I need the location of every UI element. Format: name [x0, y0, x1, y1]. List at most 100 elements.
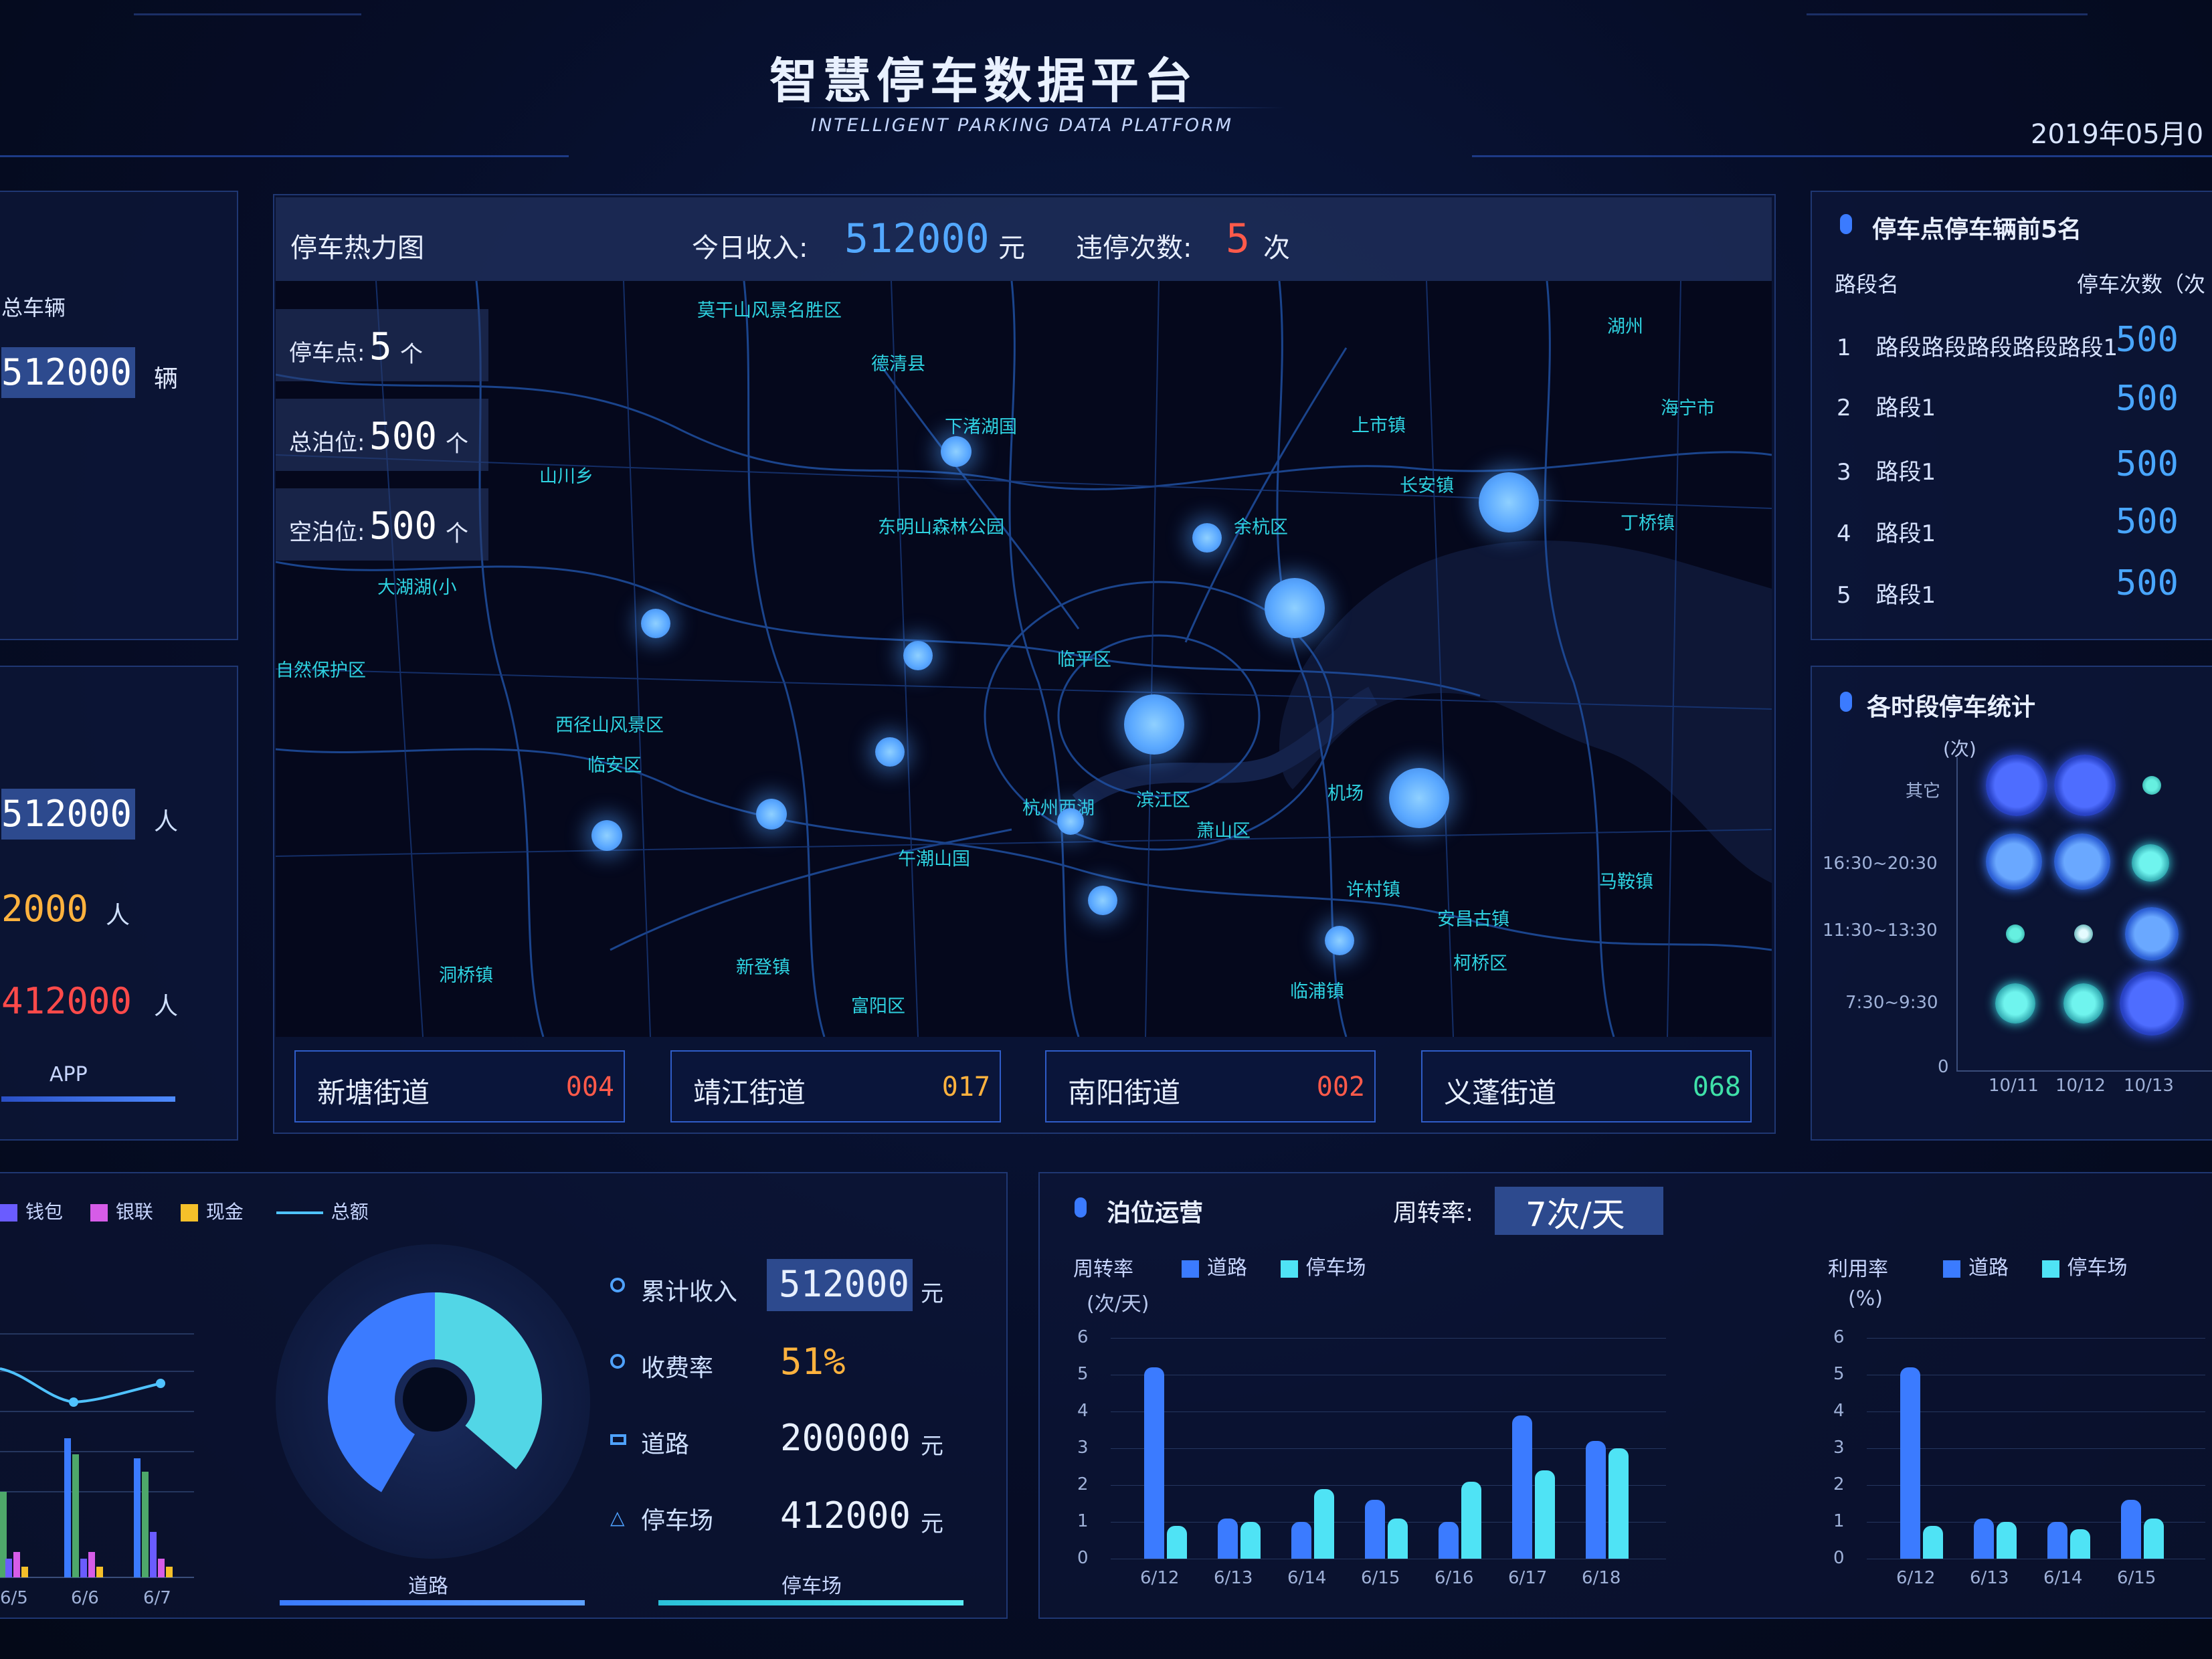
time-bubble[interactable] — [2120, 971, 2184, 1036]
bar-road[interactable] — [2047, 1522, 2067, 1559]
legend-swatch-road — [1943, 1260, 1960, 1278]
time-bubble[interactable] — [2054, 755, 2116, 816]
time-axis-label: 其它 — [1906, 781, 1941, 801]
violation-unit: 次 — [1263, 233, 1290, 264]
time-bubble[interactable] — [2074, 924, 2093, 943]
ranking-value: 500 — [2116, 320, 2179, 360]
street-code: 068 — [1692, 1072, 1741, 1102]
hotspot-marker[interactable] — [1479, 472, 1539, 532]
bar-road[interactable] — [1291, 1522, 1311, 1559]
time-bubble[interactable] — [1995, 983, 2035, 1023]
hotspot-marker[interactable] — [1265, 578, 1325, 638]
ranking-row[interactable]: 1 路段路段路段路段路段1 — [1837, 329, 2118, 362]
hotspot-marker[interactable] — [875, 737, 905, 767]
hotspot-marker[interactable] — [1192, 523, 1222, 553]
users-footer-bar — [1, 1096, 175, 1102]
ranking-name: 路段路段路段路段路段1 — [1875, 334, 2118, 361]
bar-lot[interactable] — [1240, 1522, 1261, 1559]
street-button-yipeng[interactable]: 义蓬街道 068 — [1421, 1050, 1752, 1123]
ranking-row[interactable]: 3 路段1 — [1837, 454, 1936, 486]
time-bubble[interactable] — [2006, 924, 2025, 943]
income-value: 512000 — [844, 215, 990, 262]
ranking-row[interactable]: 4 路段1 — [1837, 515, 1936, 548]
parking-points-value: 5 — [369, 325, 392, 369]
street-name: 南阳街道 — [1068, 1076, 1181, 1109]
street-button-nanyang[interactable]: 南阳街道 002 — [1045, 1050, 1376, 1123]
right-chart-ylabel: 利用率 — [1828, 1258, 1888, 1281]
legend-swatch-lot — [2041, 1260, 2059, 1278]
map-label: 机场 — [1327, 783, 1364, 804]
circle-icon — [610, 1354, 625, 1369]
bar-road[interactable] — [1365, 1500, 1385, 1559]
bar-lot[interactable] — [1461, 1481, 1481, 1559]
income-unit: 元 — [998, 233, 1025, 264]
hotspot-marker[interactable] — [1088, 886, 1117, 915]
hotspot-marker[interactable] — [641, 609, 670, 638]
bar-lot[interactable] — [1388, 1518, 1408, 1559]
time-bubble[interactable] — [1986, 834, 2042, 890]
time-bubble[interactable] — [2054, 834, 2110, 890]
hotspot-marker[interactable] — [941, 436, 972, 467]
bar-lot[interactable] — [1923, 1525, 1943, 1559]
berth-ops-title: 泊位运营 — [1107, 1199, 1204, 1227]
hotspot-marker[interactable] — [1325, 926, 1354, 955]
map-roads — [276, 281, 1772, 1037]
hotspot-marker[interactable] — [1057, 808, 1084, 835]
ranking-value: 500 — [2116, 502, 2179, 542]
bar-lot[interactable] — [1608, 1448, 1629, 1559]
ranking-name: 路段1 — [1875, 520, 1936, 547]
total-spaces-unit: 个 — [446, 431, 468, 458]
x-tick-label: 6/14 — [2043, 1568, 2083, 1588]
time-bubble[interactable] — [2125, 907, 2179, 961]
ranking-row[interactable]: 5 路段1 — [1837, 577, 1936, 609]
hotspot-marker[interactable] — [903, 641, 933, 670]
gridline — [1111, 1485, 1666, 1486]
bar-road[interactable] — [1439, 1522, 1459, 1559]
revenue-item-value: 412000 — [780, 1494, 911, 1537]
bar-road[interactable] — [1586, 1441, 1606, 1559]
hotspot-marker[interactable] — [591, 820, 622, 851]
users-row-1-box: 512000 — [1, 789, 135, 840]
hotspot-marker[interactable] — [1389, 768, 1449, 828]
bar-road[interactable] — [1218, 1518, 1238, 1559]
bar-lot[interactable] — [1535, 1470, 1555, 1559]
bar-lot[interactable] — [1997, 1522, 2017, 1559]
time-bubble[interactable] — [2142, 776, 2161, 795]
bar-lot[interactable] — [2144, 1518, 2164, 1559]
bar-road[interactable] — [1512, 1415, 1532, 1559]
y-tick-label: 6 — [1833, 1327, 1845, 1347]
revenue-donut[interactable] — [328, 1292, 542, 1506]
rect-icon — [610, 1434, 626, 1445]
time-bubble[interactable] — [1986, 755, 2047, 816]
time-x-axis — [1956, 1070, 2212, 1072]
hotspot-marker[interactable] — [1124, 694, 1184, 755]
y-tick-label: 4 — [1833, 1401, 1845, 1421]
street-button-xintang[interactable]: 新塘街道 004 — [294, 1050, 625, 1123]
map-label: 洞桥镇 — [439, 965, 493, 986]
bar-road[interactable] — [1974, 1518, 1994, 1559]
users-panel: 512000 人 2000 人 412000 人 APP — [0, 666, 238, 1141]
turnover-bar-chart[interactable]: 6 5 4 3 2 1 0 6/12 6/13 6/14 6/15 6/16 6/17 6/18 — [1071, 1325, 1673, 1605]
city-map[interactable]: 莫干山风景名胜区 德清县 下渚湖国 东明山森林公园 余杭区 临平区 杭州西湖 滨… — [276, 281, 1772, 1037]
bar-road[interactable] — [2121, 1500, 2141, 1559]
street-button-jingjiang[interactable]: 靖江街道 017 — [670, 1050, 1001, 1123]
dashboard: 智慧停车数据平台 INTELLIGENT PARKING DATA PLATFO… — [0, 0, 2212, 1659]
legend-swatch-lot — [1280, 1260, 1298, 1278]
bar-lot[interactable] — [1314, 1488, 1334, 1559]
bar-lot[interactable] — [2070, 1529, 2090, 1559]
free-spaces-unit: 个 — [446, 520, 468, 547]
legend-label: 停车场 — [2067, 1256, 2128, 1280]
time-bubble[interactable] — [2063, 983, 2104, 1023]
utilization-bar-chart[interactable]: 6 5 4 3 2 1 0 6/12 6/13 6/14 6/15 — [1827, 1325, 2212, 1605]
bar-road[interactable] — [1900, 1367, 1920, 1559]
hotspot-marker[interactable] — [756, 799, 787, 830]
bar-lot[interactable] — [1167, 1525, 1187, 1559]
legend-label: 总额 — [331, 1201, 369, 1223]
ranking-row[interactable]: 2 路段1 — [1837, 389, 1936, 422]
time-bubble[interactable] — [2132, 844, 2169, 882]
x-tick-label: 6/15 — [1361, 1568, 1400, 1588]
bar-road[interactable] — [1144, 1367, 1164, 1559]
parking-points-label: 停车点: — [289, 340, 365, 367]
gridline — [1111, 1448, 1666, 1449]
x-tick-label: 6/12 — [1896, 1568, 1936, 1588]
